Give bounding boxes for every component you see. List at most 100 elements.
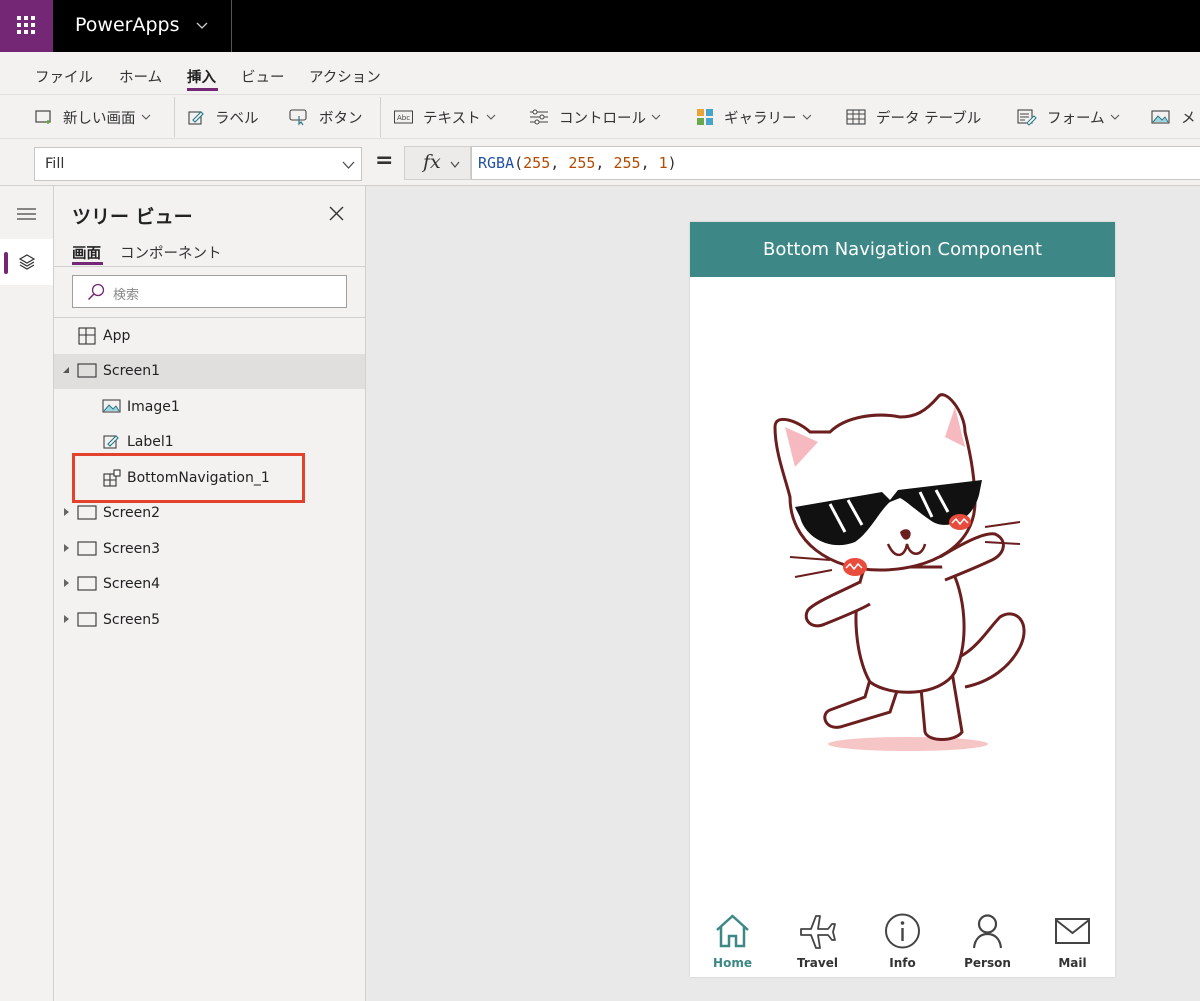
tree-node-screen4[interactable]: Screen4 [54, 567, 365, 602]
button-button-label: ボタン [319, 110, 363, 127]
media-button[interactable]: メ [1151, 105, 1196, 129]
formula-bar: Fill = fx RGBA(255, 255, 255, 1) [0, 138, 1200, 186]
tree-node-label: Screen5 [103, 612, 161, 628]
equals-sign: = [375, 148, 394, 173]
property-value: Fill [45, 156, 65, 172]
ribbon-toolbar: 新しい画面 ラベル ボタン Abc テキスト コントロール ギャラリー データ … [0, 94, 1200, 138]
chevron-down-icon [342, 161, 355, 169]
app-screen-preview[interactable]: Bottom Navigation Component Home Travel … [690, 222, 1115, 977]
nav-item-home[interactable]: Home [690, 907, 775, 977]
controls-icon [530, 109, 548, 125]
form-button[interactable]: フォーム [1017, 105, 1120, 129]
mail-icon [1055, 918, 1090, 944]
nav-item-mail[interactable]: Mail [1030, 907, 1115, 977]
gallery-button-label: ギャラリー [724, 110, 797, 127]
tree-node-app[interactable]: App [54, 319, 365, 354]
tab-file[interactable]: ファイル [35, 66, 93, 87]
media-button-label: メ [1181, 110, 1196, 127]
formula-input[interactable]: RGBA(255, 255, 255, 1) [471, 146, 1200, 180]
button-button[interactable]: ボタン [289, 105, 363, 129]
tree-node-image1[interactable]: Image1 [54, 390, 365, 425]
tree-node-screen3[interactable]: Screen3 [54, 532, 365, 567]
nav-item-info[interactable]: Info [860, 907, 945, 977]
airplane-icon [800, 915, 836, 949]
tree-node-label: Label1 [127, 434, 174, 450]
chevron-down-icon[interactable] [196, 20, 208, 32]
tab-screens[interactable]: 画面 [72, 242, 101, 263]
caret-collapsed-icon[interactable] [62, 508, 70, 516]
tree-node-label: Image1 [127, 399, 180, 415]
screen-icon [77, 363, 97, 378]
form-icon [1017, 109, 1037, 126]
tab-view[interactable]: ビュー [241, 66, 285, 87]
close-icon[interactable] [329, 206, 344, 221]
controls-button-label: コントロール [559, 110, 646, 127]
nav-item-travel[interactable]: Travel [775, 907, 860, 977]
formula-arg: 255 [568, 154, 596, 172]
search-icon [87, 283, 105, 301]
app-icon [78, 327, 96, 345]
tree-node-label: Screen4 [103, 576, 161, 592]
tree-search-input[interactable]: 検索 [72, 275, 347, 308]
caret-collapsed-icon[interactable] [62, 544, 70, 552]
gallery-button[interactable]: ギャラリー [696, 105, 812, 129]
screen-header-label[interactable]: Bottom Navigation Component [690, 222, 1115, 277]
divider [174, 97, 175, 137]
fx-button[interactable]: fx [404, 146, 471, 180]
label-button[interactable]: ラベル [188, 105, 259, 129]
tab-action[interactable]: アクション [309, 66, 381, 87]
formula-arg: 255 [523, 154, 551, 172]
chevron-down-icon [1110, 114, 1119, 120]
tree-node-screen5[interactable]: Screen5 [54, 603, 365, 638]
tree-view-title: ツリー ビュー [72, 206, 193, 228]
chevron-down-icon [141, 114, 150, 120]
fx-icon: fx [423, 151, 441, 173]
screen-icon [77, 505, 97, 520]
app-name[interactable]: PowerApps [75, 14, 179, 36]
new-screen-button[interactable]: 新しい画面 [35, 105, 151, 129]
powerapps-studio: PowerApps ファイル ホーム 挿入 ビュー アクション 新しい画面 ラベ… [0, 0, 1200, 1001]
active-indicator [4, 252, 8, 274]
new-screen-label: 新しい画面 [63, 110, 136, 127]
tab-components[interactable]: コンポーネント [120, 242, 222, 263]
image-icon [1151, 110, 1170, 124]
chevron-down-icon [651, 114, 661, 120]
tab-home[interactable]: ホーム [119, 66, 162, 87]
button-icon [289, 109, 307, 126]
caret-collapsed-icon[interactable] [62, 579, 70, 587]
menu-bar: ファイル ホーム 挿入 ビュー アクション [0, 52, 1200, 94]
formula-arg: 1 [658, 154, 668, 172]
screen-icon [77, 541, 97, 556]
table-icon [846, 109, 866, 125]
chevron-down-icon [802, 114, 811, 120]
tab-insert[interactable]: 挿入 [187, 66, 216, 87]
formula-function: RGBA [478, 154, 515, 172]
property-dropdown[interactable]: Fill [34, 147, 362, 181]
caret-expanded-icon[interactable] [62, 366, 70, 374]
caret-collapsed-icon[interactable] [62, 615, 70, 623]
nav-item-person[interactable]: Person [945, 907, 1030, 977]
svg-text:Abc: Abc [397, 114, 410, 122]
waffle-icon [17, 16, 35, 34]
divider [380, 97, 381, 137]
label-icon [103, 435, 119, 449]
text-input-icon: Abc [394, 110, 413, 124]
active-tab-indicator [72, 262, 103, 265]
divider [54, 317, 365, 318]
cat-with-sunglasses-image[interactable] [770, 392, 1040, 757]
active-tab-indicator [187, 88, 218, 91]
screen-icon [77, 576, 97, 591]
form-button-label: フォーム [1047, 110, 1105, 127]
image-icon [102, 399, 121, 413]
tree-node-label: App [103, 328, 131, 344]
tree-node-screen1[interactable]: Screen1 [54, 354, 365, 389]
data-table-button[interactable]: データ テーブル [846, 105, 981, 129]
text-button[interactable]: Abc テキスト [394, 105, 496, 129]
controls-button[interactable]: コントロール [529, 105, 661, 129]
chevron-down-icon [486, 114, 495, 120]
app-launcher-button[interactable] [0, 0, 53, 52]
person-icon [972, 914, 1003, 949]
hamburger-icon[interactable] [17, 207, 36, 221]
search-placeholder: 検索 [113, 288, 140, 303]
tree-view-rail-button[interactable] [0, 239, 53, 285]
